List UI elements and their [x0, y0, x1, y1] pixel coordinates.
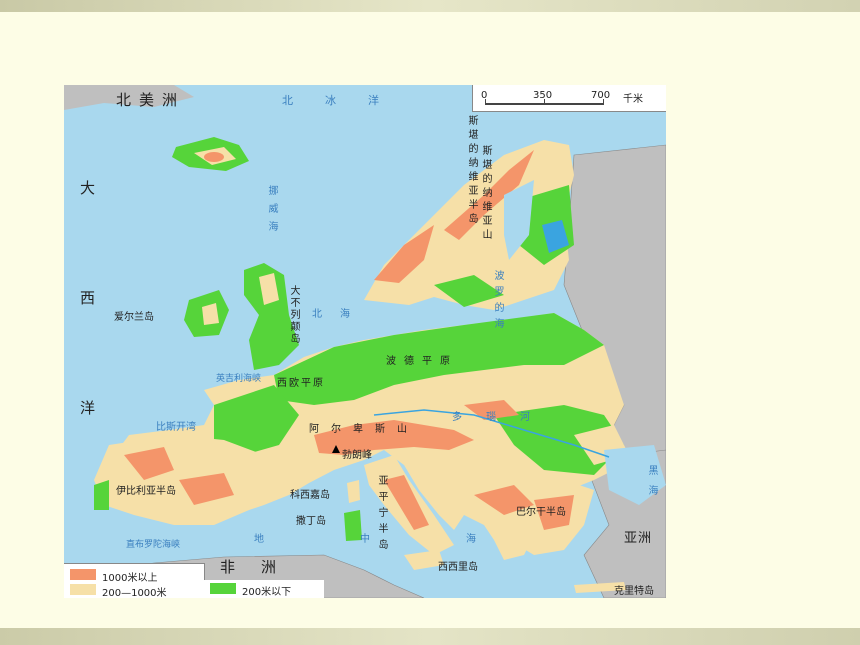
legend-swatch-high: [70, 569, 96, 580]
label-great-britain: 大不列颠岛: [288, 285, 299, 345]
label-asia: 亚洲: [624, 531, 653, 546]
scale-bar: 0 350 700 千米: [472, 85, 666, 112]
legend-label-mid: 200—1000米: [102, 588, 167, 598]
label-bay-of-biscay: 比斯开湾: [156, 422, 196, 433]
label-danube: 多瑙河: [452, 412, 554, 423]
label-polish-plain: 波德平原: [386, 356, 458, 367]
label-west-european-plain: 西欧平原: [277, 378, 325, 389]
label-africa: 非洲: [220, 558, 303, 576]
corsica: [347, 480, 360, 503]
label-atlantic-1: 大: [80, 179, 104, 197]
label-alps: 阿尔卑斯山: [309, 424, 419, 435]
label-baltic-sea: 波罗的海: [492, 270, 503, 334]
europe-relief-map: 0 350 700 千米 北美洲 北冰洋 大 西 洋 挪威海 斯堪的纳维亚半岛 …: [64, 85, 666, 598]
label-ireland: 爱尔兰岛: [114, 312, 154, 323]
label-mont-blanc: 勃朗峰: [342, 450, 372, 461]
label-arctic-ocean: 北冰洋: [282, 94, 411, 107]
legend-label-low: 200米以下: [242, 587, 292, 598]
scale-label-350: 350: [533, 90, 553, 101]
label-north-america: 北美洲: [116, 91, 186, 109]
scale-label-0: 0: [481, 90, 488, 101]
map-legend-extra: 200米以下: [204, 580, 324, 598]
label-sardinia: 撒丁岛: [296, 516, 326, 527]
label-crete: 克里特岛: [614, 586, 654, 597]
label-scandinavian-mountains: 斯堪的纳维亚山: [480, 145, 491, 243]
label-black-sea: 黑海: [646, 465, 657, 505]
label-mediterranean: 地中海: [254, 534, 572, 545]
label-balkan-peninsula: 巴尔干半岛: [516, 507, 566, 518]
map-legend: 1000米以上 200—1000米: [64, 563, 205, 598]
label-strait-of-gibraltar: 直布罗陀海峡: [126, 540, 181, 550]
label-atlantic-3: 洋: [80, 399, 104, 417]
iceland-high: [204, 152, 224, 162]
label-north-sea: 北海: [312, 309, 368, 320]
portugal-lowland: [94, 480, 109, 510]
label-corsica: 科西嘉岛: [290, 490, 330, 501]
label-iberian-peninsula: 伊比利亚半岛: [116, 486, 176, 497]
scale-label-700: 700: [591, 90, 611, 101]
label-sicily: 西西里岛: [438, 562, 478, 573]
legend-swatch-low: [210, 583, 236, 594]
label-norwegian-sea: 挪威海: [266, 185, 277, 239]
legend-swatch-mid: [70, 584, 96, 595]
top-decor-band: [0, 0, 860, 12]
scale-unit: 千米: [623, 94, 643, 105]
bottom-decor-band: [0, 628, 860, 645]
label-atlantic-2: 西: [80, 289, 104, 307]
map-graphic: [64, 85, 666, 598]
label-scandinavian-peninsula: 斯堪的纳维亚半岛: [466, 115, 477, 227]
legend-label-high: 1000米以上: [102, 573, 158, 584]
ireland-mid: [202, 303, 219, 325]
label-english-channel: 英吉利海峡: [216, 374, 262, 384]
